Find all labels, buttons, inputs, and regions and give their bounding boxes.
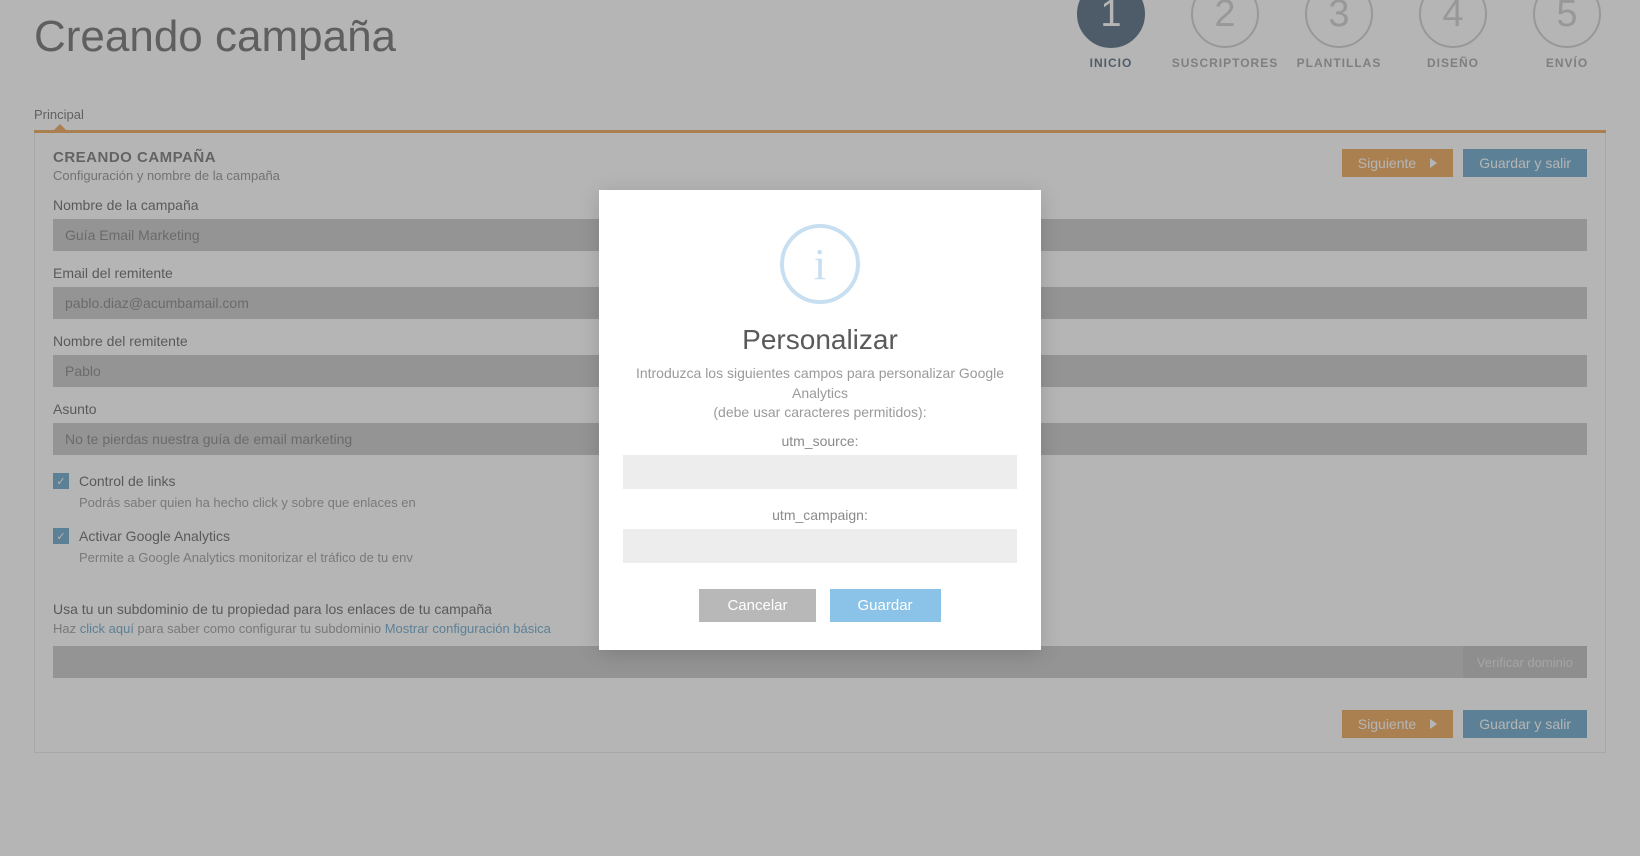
modal-title: Personalizar (623, 324, 1017, 356)
modal-overlay: i Personalizar Introduzca los siguientes… (0, 0, 1640, 856)
modal-desc-line1: Introduzca los siguientes campos para pe… (636, 365, 1004, 401)
modal-desc-line2: (debe usar caracteres permitidos): (713, 404, 926, 420)
utm-campaign-input[interactable] (623, 529, 1017, 563)
info-icon: i (780, 224, 860, 304)
utm-source-input[interactable] (623, 455, 1017, 489)
modal-description: Introduzca los siguientes campos para pe… (623, 364, 1017, 423)
cancel-button[interactable]: Cancelar (699, 589, 815, 622)
utm-source-label: utm_source: (623, 433, 1017, 449)
save-button[interactable]: Guardar (830, 589, 941, 622)
utm-campaign-label: utm_campaign: (623, 507, 1017, 523)
personalize-modal: i Personalizar Introduzca los siguientes… (599, 190, 1041, 650)
